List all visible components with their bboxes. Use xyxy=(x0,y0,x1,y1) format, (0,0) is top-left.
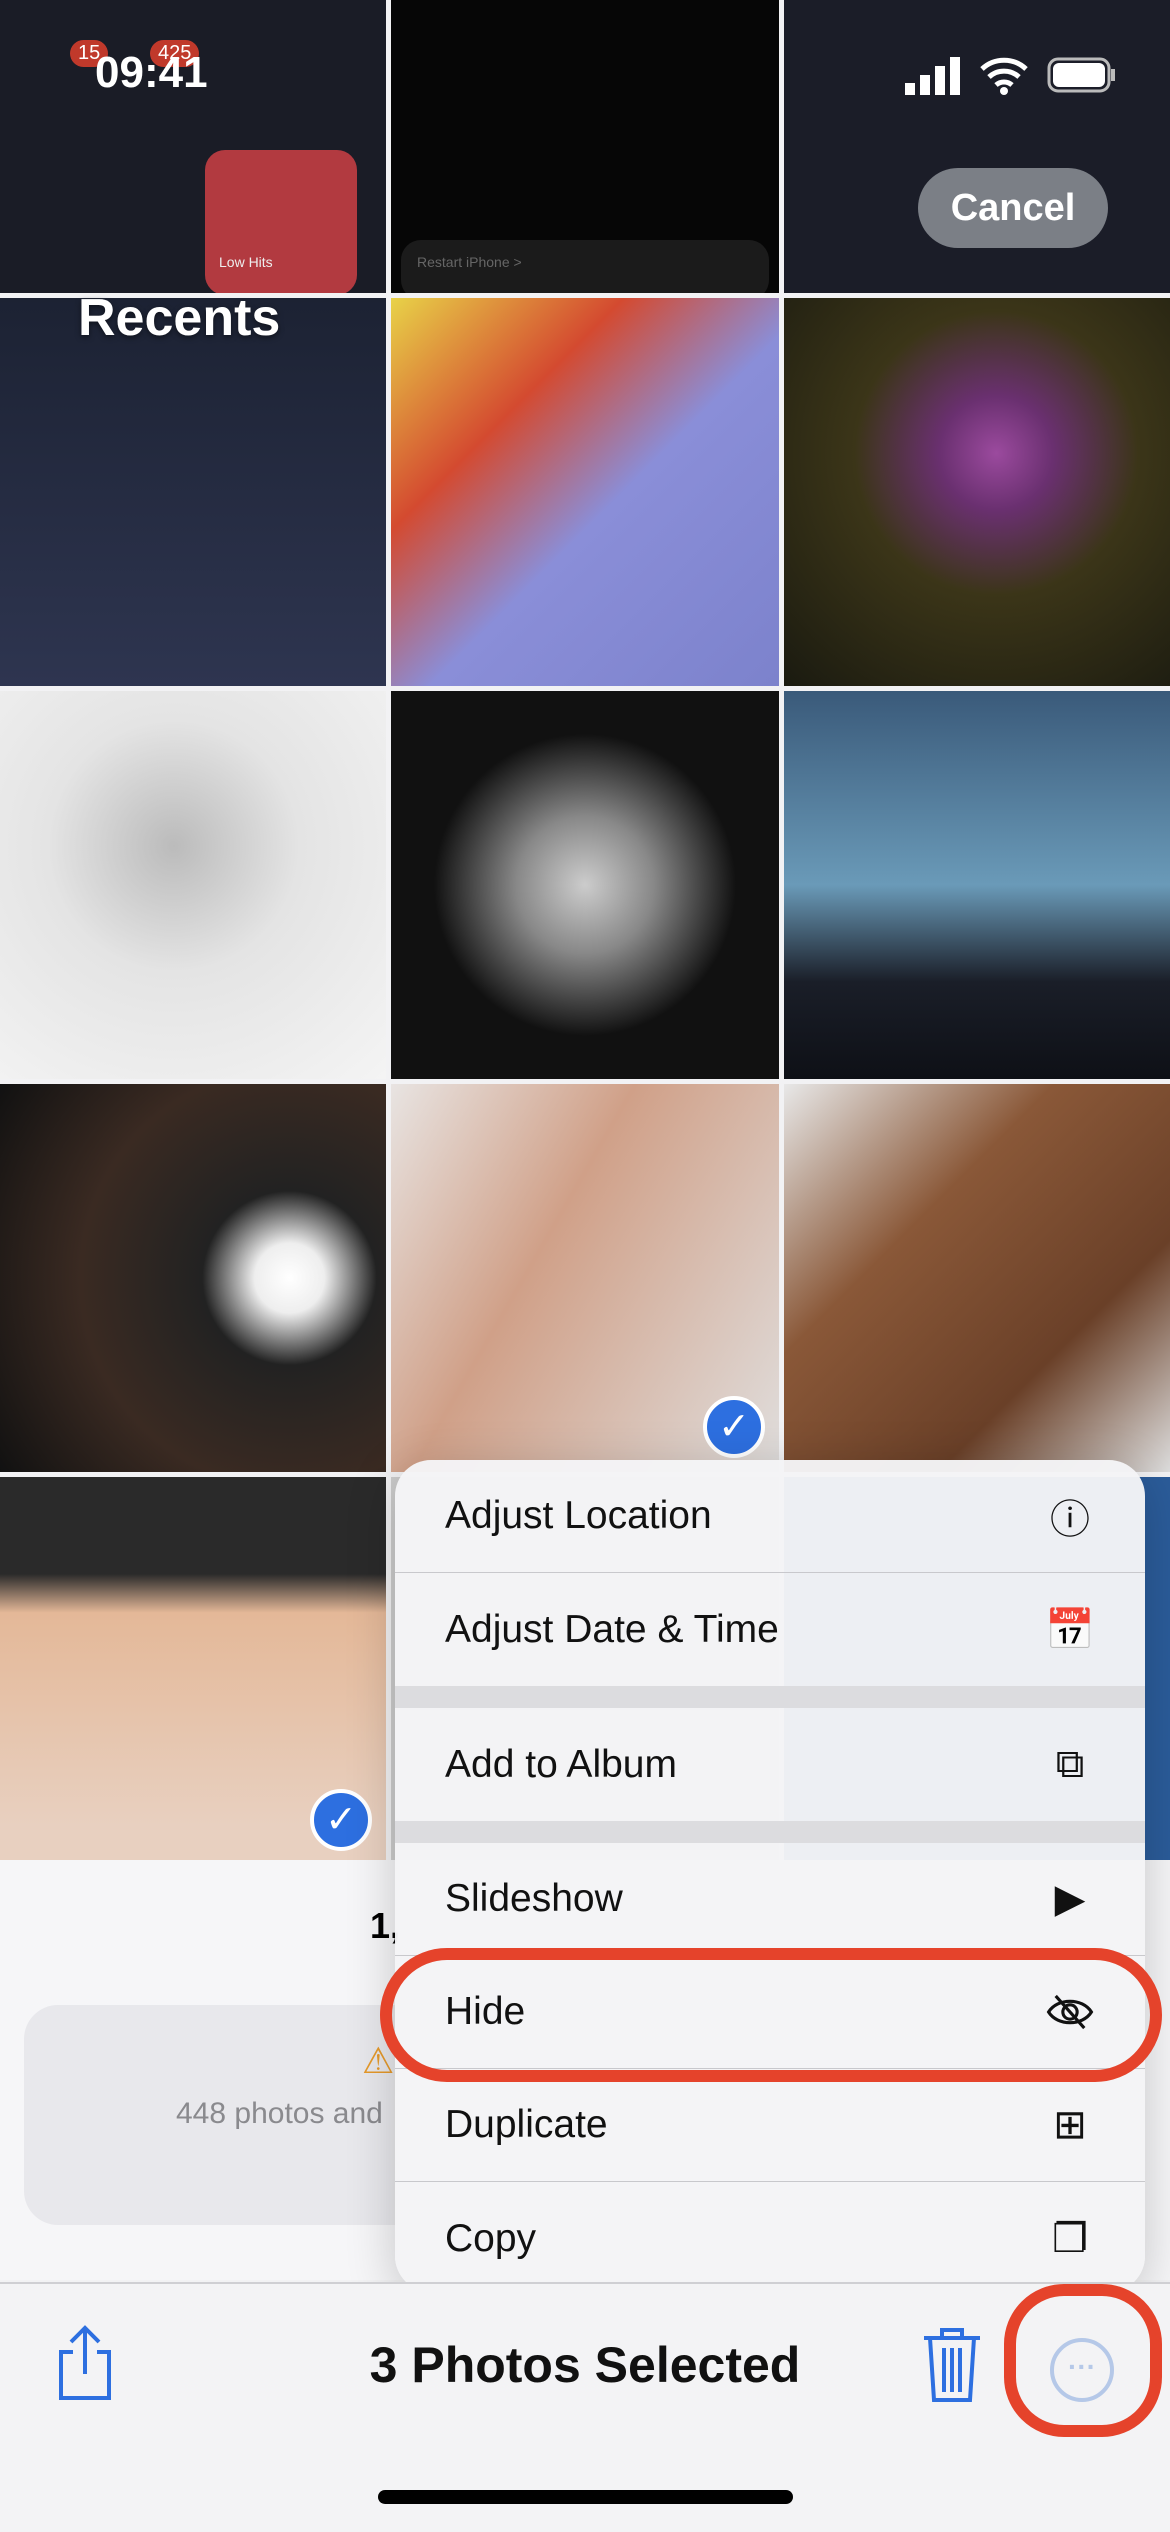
photo-thumbnail-selected[interactable]: ✓ xyxy=(0,1477,386,1865)
selection-count: 3 Photos Selected xyxy=(369,2337,801,2393)
context-menu: Adjust Location ⓘ Adjust Date & Time 📅 Add… xyxy=(395,1460,1145,2292)
photo-thumbnail[interactable] xyxy=(391,691,779,1079)
signal-icon xyxy=(905,57,960,95)
trash-icon[interactable] xyxy=(920,2324,984,2404)
menu-separator xyxy=(395,1686,1145,1708)
play-icon: ▶ xyxy=(1054,1877,1086,1921)
menu-item-copy[interactable]: Copy ❐ xyxy=(395,2182,1145,2292)
photo-thumbnail[interactable] xyxy=(784,691,1170,1079)
photo-thumbnail[interactable] xyxy=(784,1084,1170,1472)
checkmark-icon: ✓ xyxy=(310,1789,372,1851)
photo-thumbnail[interactable]: 15 425 Low Hits xyxy=(0,0,386,293)
music-widget: Low Hits xyxy=(205,150,357,293)
photo-thumbnail[interactable]: Restart iPhone > xyxy=(391,0,779,293)
warning-text: 448 photos and xyxy=(176,2097,383,2130)
calendar-clock-icon: 📅 xyxy=(1045,1608,1095,1652)
copy-icon: ❐ xyxy=(1052,2216,1088,2261)
duplicate-icon: ⊞ xyxy=(1053,2103,1087,2147)
more-highlight xyxy=(1004,2284,1162,2437)
menu-separator xyxy=(395,1821,1145,1843)
photo-thumbnail[interactable] xyxy=(391,298,779,686)
hide-highlight xyxy=(380,1948,1162,2082)
menu-item-add-to-album[interactable]: Add to Album ⧉ xyxy=(395,1708,1145,1821)
add-album-icon: ⧉ xyxy=(1055,1742,1085,1786)
photo-thumbnail[interactable] xyxy=(784,298,1170,686)
menu-item-adjust-location[interactable]: Adjust Location ⓘ xyxy=(395,1460,1145,1573)
status-time: 09:41 xyxy=(95,48,208,97)
cancel-button[interactable]: Cancel xyxy=(918,168,1108,248)
photo-thumbnail[interactable] xyxy=(0,298,386,686)
page-title: Recents xyxy=(78,289,281,347)
menu-item-duplicate[interactable]: Duplicate ⊞ xyxy=(395,2069,1145,2182)
photo-thumbnail[interactable] xyxy=(0,1084,386,1472)
checkmark-icon: ✓ xyxy=(703,1396,765,1458)
wifi-icon xyxy=(980,57,1028,95)
photo-thumbnail[interactable] xyxy=(784,0,1170,293)
home-indicator xyxy=(378,2490,793,2504)
battery-icon xyxy=(1047,57,1115,93)
status-icons xyxy=(905,55,1117,95)
menu-item-adjust-date-time[interactable]: Adjust Date & Time 📅 xyxy=(395,1573,1145,1686)
location-pin-icon: ⓘ xyxy=(1050,1498,1090,1542)
photo-thumbnail[interactable] xyxy=(0,691,386,1079)
menu-item-slideshow[interactable]: Slideshow ▶ xyxy=(395,1843,1145,1956)
photo-thumbnail-selected[interactable]: ✓ xyxy=(391,1084,779,1472)
restart-label: Restart iPhone > xyxy=(417,254,522,270)
